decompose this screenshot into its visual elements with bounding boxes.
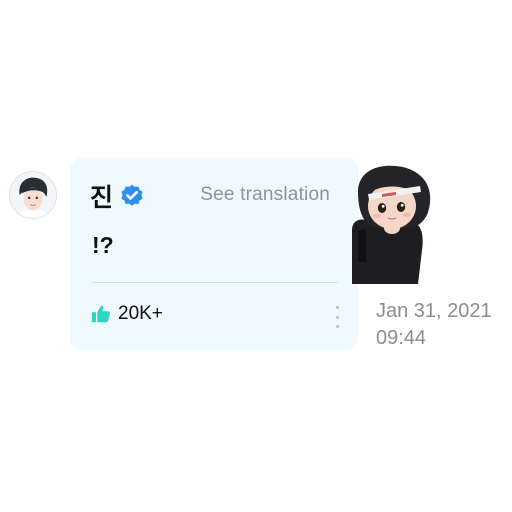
like-button[interactable]: 20K+ xyxy=(90,303,163,325)
post-timestamp: Jan 31, 2021 09:44 xyxy=(376,298,492,352)
post-time: 09:44 xyxy=(376,327,427,349)
divider xyxy=(92,282,338,283)
vertical-ellipsis-icon xyxy=(335,315,339,319)
peeking-character-image xyxy=(352,165,431,284)
author-row: 진 xyxy=(90,180,145,212)
thumbs-up-icon xyxy=(91,305,110,323)
avatar-image xyxy=(10,172,56,218)
comment-text: !? xyxy=(92,232,114,258)
more-options-button[interactable] xyxy=(332,306,342,328)
like-count: 20K+ xyxy=(118,303,163,324)
vertical-ellipsis-icon xyxy=(335,325,339,328)
author-name[interactable]: 진 xyxy=(90,178,113,214)
author-avatar[interactable] xyxy=(9,171,57,219)
comment-card: 진 See translation !? 20K+ xyxy=(70,158,358,350)
post-date: Jan 31, 2021 xyxy=(376,300,492,322)
vertical-ellipsis-icon xyxy=(335,306,339,309)
see-translation-link[interactable]: See translation xyxy=(200,184,330,206)
verified-badge-icon xyxy=(121,184,143,206)
character-sticker xyxy=(352,164,434,284)
